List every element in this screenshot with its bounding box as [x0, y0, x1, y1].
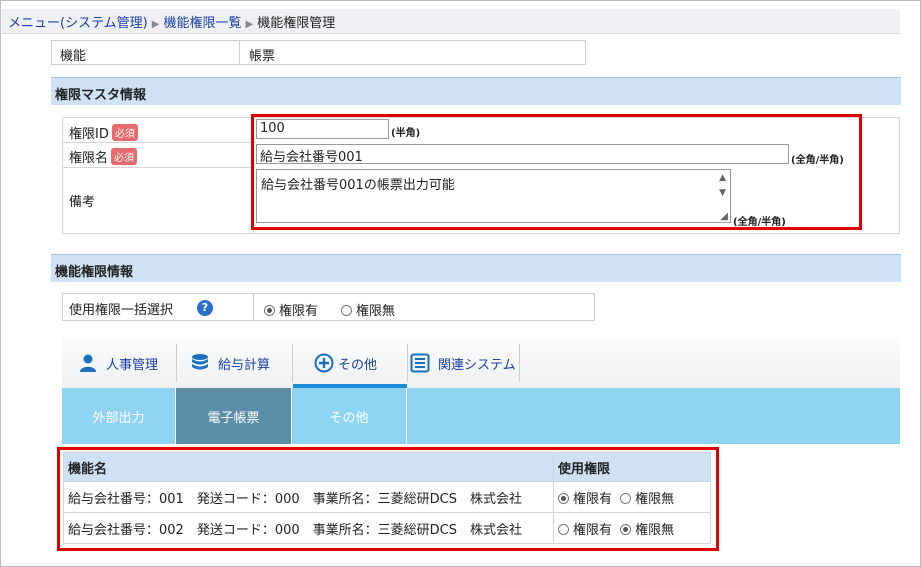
id-label: 権限ID 必須: [69, 123, 138, 142]
main-tabbar: 人事管理 給与計算 その他 関連システム: [62, 338, 900, 388]
name-label: 権限名 必須: [69, 147, 138, 166]
bulk-radio-no[interactable]: 権限無: [341, 300, 395, 319]
database-icon: [192, 354, 208, 370]
bulk-select-row: 使用権限一括選択 ? 権限有 権限無: [62, 293, 595, 321]
function-row: 機能 帳票: [51, 40, 586, 65]
tab-other[interactable]: その他: [314, 338, 386, 388]
bulk-select-label: 使用権限一括選択: [69, 303, 174, 318]
tab-related-systems[interactable]: 関連システム: [410, 338, 520, 388]
breadcrumb-list-link[interactable]: 機能権限一覧: [163, 16, 241, 31]
radio-icon: [264, 305, 275, 316]
function-section-title: 機能権限情報: [55, 265, 134, 280]
sub-tabbar: 外部出力 電子帳票 その他: [62, 388, 900, 444]
chevron-right-icon: ▶: [245, 19, 254, 30]
bulk-radio-yes[interactable]: 権限有: [264, 300, 318, 319]
breadcrumb: メニュー(システム管理) ▶ 機能権限一覧 ▶ 機能権限管理: [2, 9, 900, 34]
highlight-table-box: [57, 447, 719, 551]
subtab-other[interactable]: その他: [292, 388, 407, 444]
list-icon: [410, 353, 430, 373]
radio-icon: [341, 305, 352, 316]
function-label: 機能: [60, 49, 87, 64]
tab-payroll[interactable]: 給与計算: [190, 338, 288, 388]
person-icon: [80, 354, 96, 372]
plus-circle-icon: [314, 353, 334, 373]
highlight-master-box: [251, 114, 862, 230]
required-badge: 必須: [111, 124, 138, 141]
remarks-label: 備考: [69, 195, 96, 210]
breadcrumb-current: 機能権限管理: [257, 16, 336, 31]
tab-hr[interactable]: 人事管理: [78, 338, 176, 388]
required-badge: 必須: [111, 148, 138, 165]
breadcrumb-menu-link[interactable]: メニュー(システム管理): [8, 16, 148, 31]
subtab-external-output[interactable]: 外部出力: [62, 388, 176, 444]
subtab-electronic-forms[interactable]: 電子帳票: [176, 388, 292, 444]
help-icon[interactable]: ?: [197, 300, 213, 316]
function-section-header: 機能権限情報: [51, 254, 901, 282]
function-value: 帳票: [249, 49, 276, 64]
master-section-title: 権限マスタ情報: [55, 88, 147, 103]
master-section-header: 権限マスタ情報: [51, 77, 901, 105]
chevron-right-icon: ▶: [151, 19, 160, 30]
